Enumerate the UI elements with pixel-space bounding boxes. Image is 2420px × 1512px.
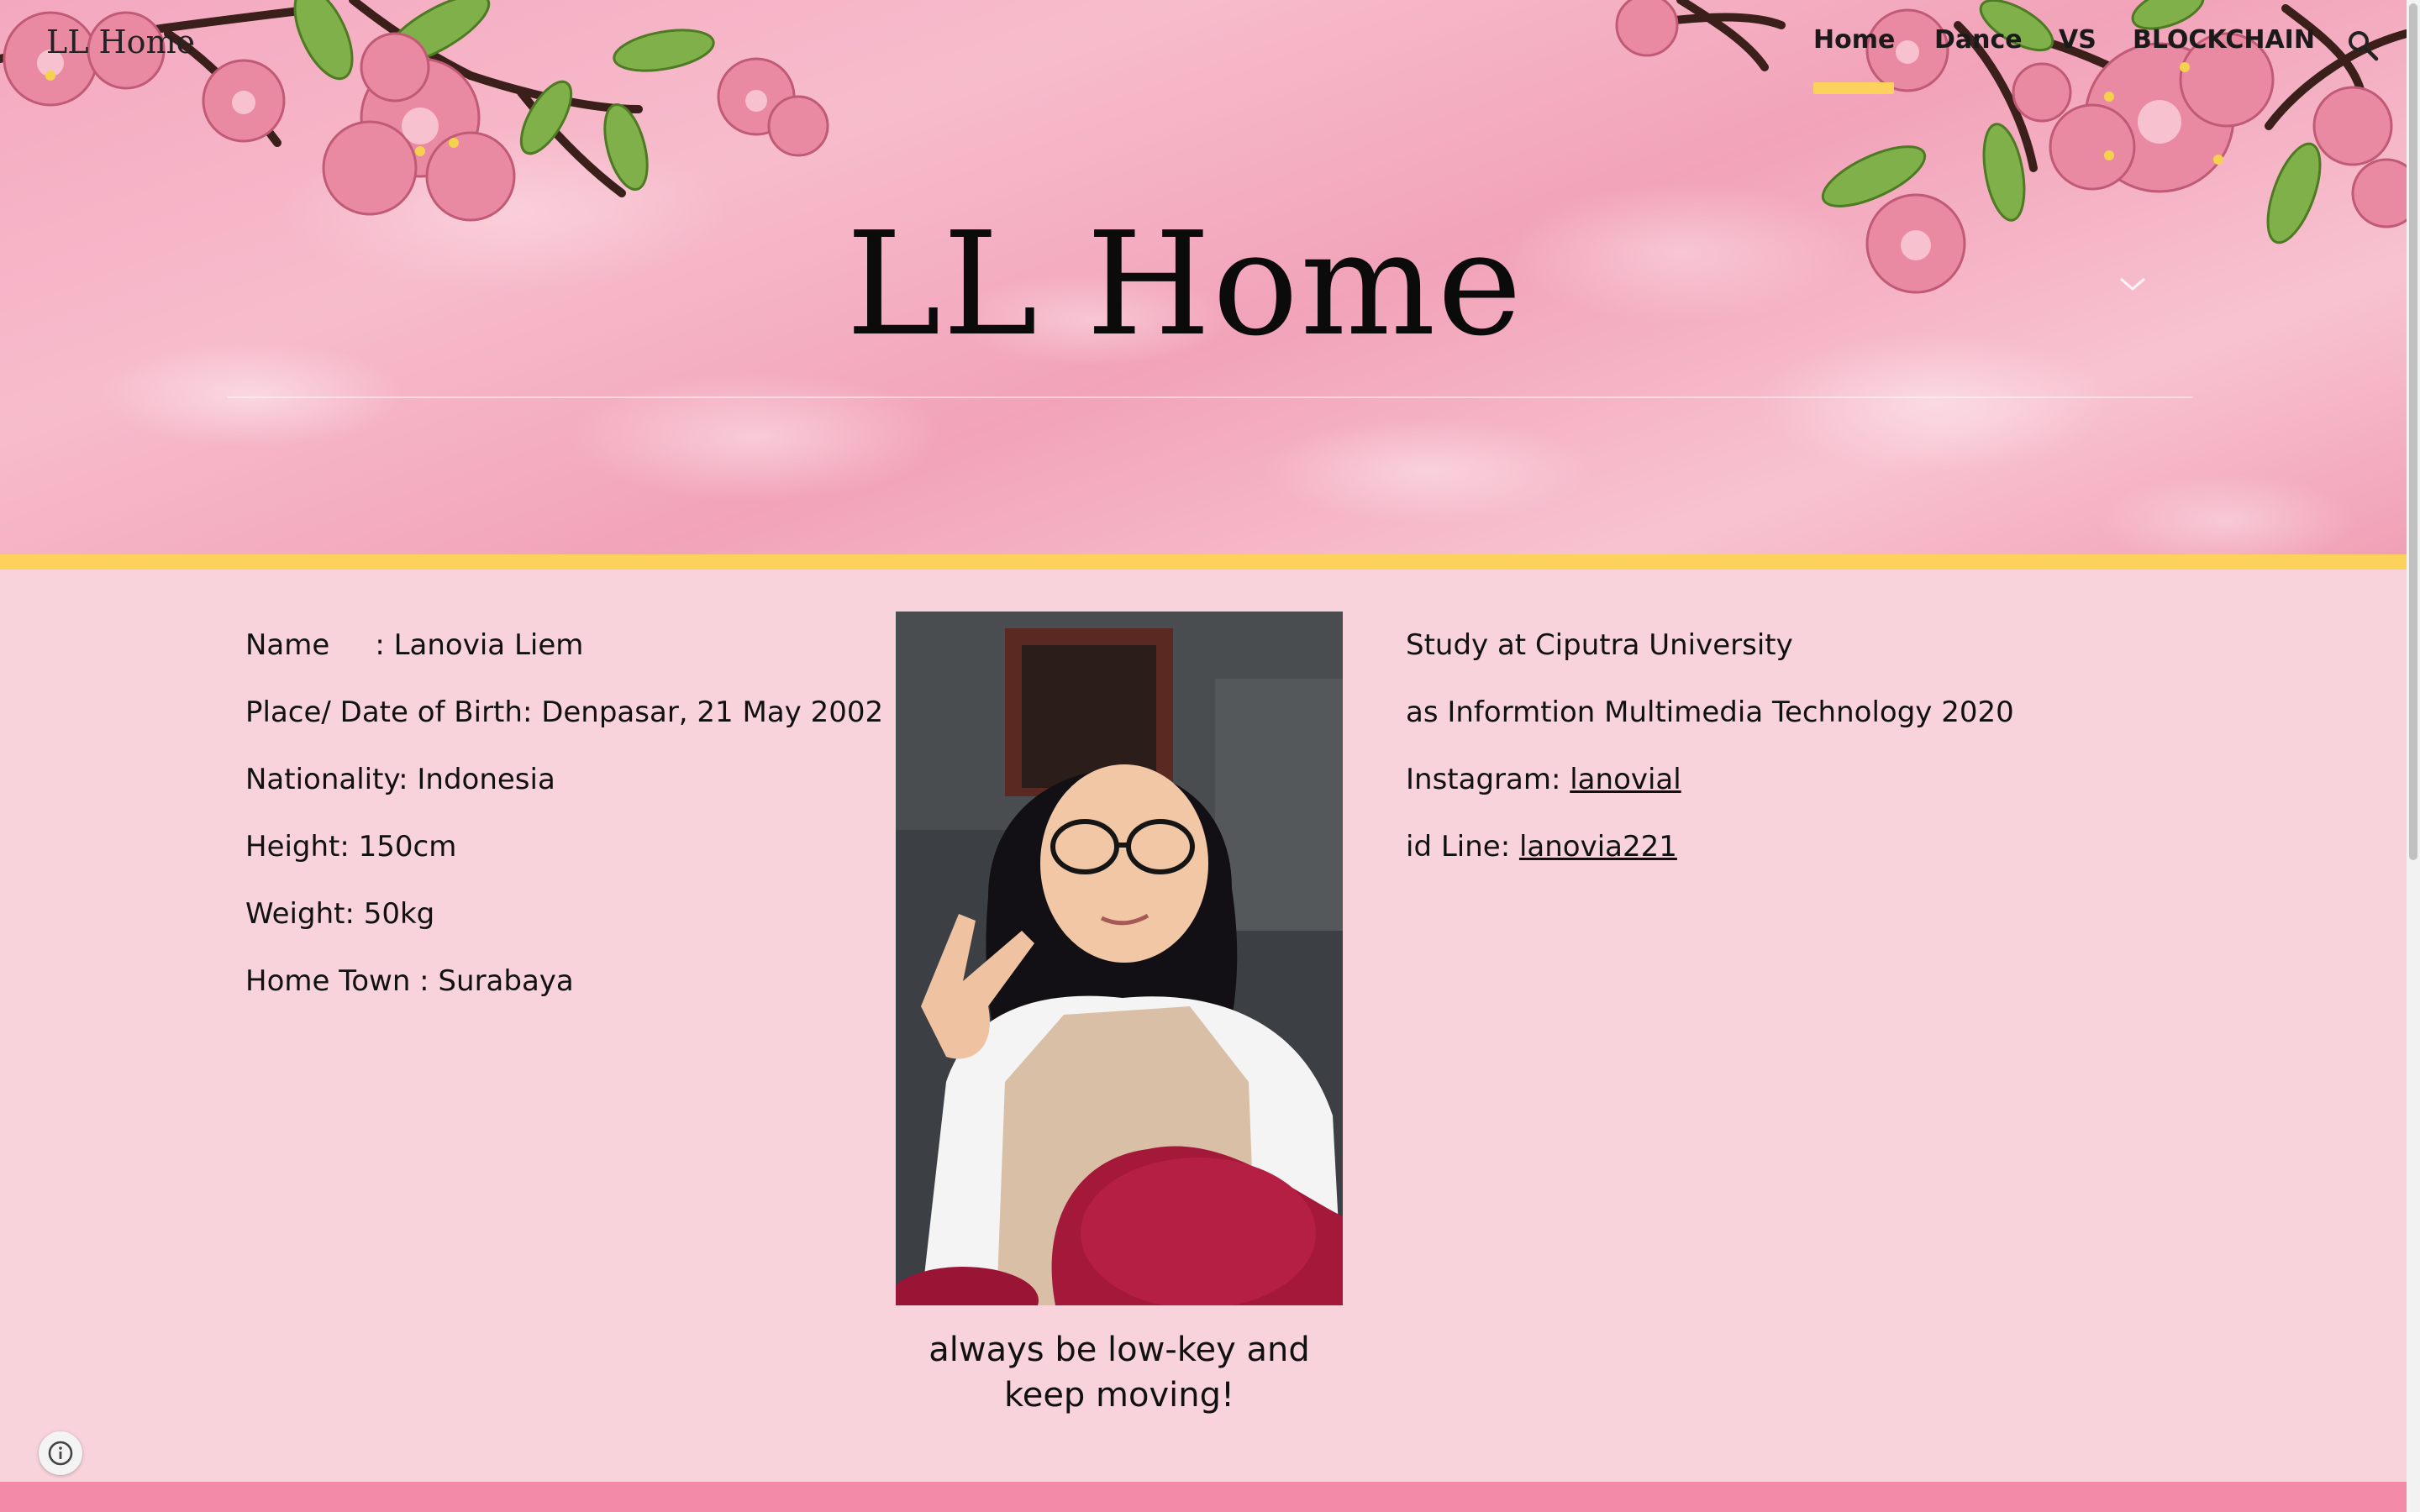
nav-item-vs[interactable]: VS (2059, 25, 2096, 55)
footer-band (0, 1482, 2407, 1512)
caption-line-2: keep moving! (1003, 1376, 1235, 1415)
instagram-label: Instagram: (1406, 763, 1570, 796)
info-study: Study at Ciputra University (1406, 628, 1793, 662)
search-button[interactable] (2346, 29, 2380, 62)
nav-item-blockchain[interactable]: BLOCKCHAIN (2133, 25, 2315, 55)
search-icon (2349, 31, 2379, 61)
info-weight: Weight: 50kg (245, 897, 435, 931)
hero-divider (227, 396, 2193, 398)
line-label: id Line: (1406, 830, 1519, 864)
info-instagram: Instagram: lanovial (1406, 763, 2162, 796)
info-hometown: Home Town : Surabaya (245, 964, 574, 998)
info-name-text: Name : Lanovia Liem (245, 628, 584, 662)
info-birth: Place/ Date of Birth: Denpasar, 21 May 2… (245, 696, 884, 729)
nav-item-dance[interactable]: Dance (1934, 25, 2023, 55)
info-height: Height: 150cm (245, 830, 457, 864)
top-navigation: Home Dance VS BLOCKCHAIN (0, 25, 2407, 76)
info-program: as Informtion Multimedia Technology 2020 (1406, 696, 2014, 729)
profile-photo (896, 612, 1343, 1305)
active-nav-indicator (1813, 82, 1894, 94)
info-icon (48, 1441, 73, 1466)
scrollbar-thumb[interactable] (2409, 3, 2417, 860)
education-contact-column: Study at Ciputra University as Informtio… (1406, 628, 2162, 897)
photo-caption: always be low-key and keep moving! (896, 1327, 1343, 1418)
instagram-link[interactable]: lanovial (1570, 763, 1681, 796)
personal-info-column: Name : Lanovia Liem Place/ Date of Birth… (245, 628, 884, 1032)
line-id-link[interactable]: lanovia221 (1519, 830, 1677, 864)
page-title: LL Home (845, 202, 1524, 368)
info-line-id: id Line: lanovia221 (1406, 830, 2162, 864)
chevron-down-icon[interactable] (2118, 276, 2148, 292)
info-nationality: Nationality: Indonesia (245, 763, 555, 796)
info-name: Name : Lanovia Liem (245, 628, 884, 662)
caption-line-1: always be low-key and (929, 1331, 1310, 1369)
site-info-button[interactable] (39, 1431, 82, 1475)
header-accent-band (0, 554, 2407, 570)
nav-item-home[interactable]: Home (1813, 25, 1895, 55)
